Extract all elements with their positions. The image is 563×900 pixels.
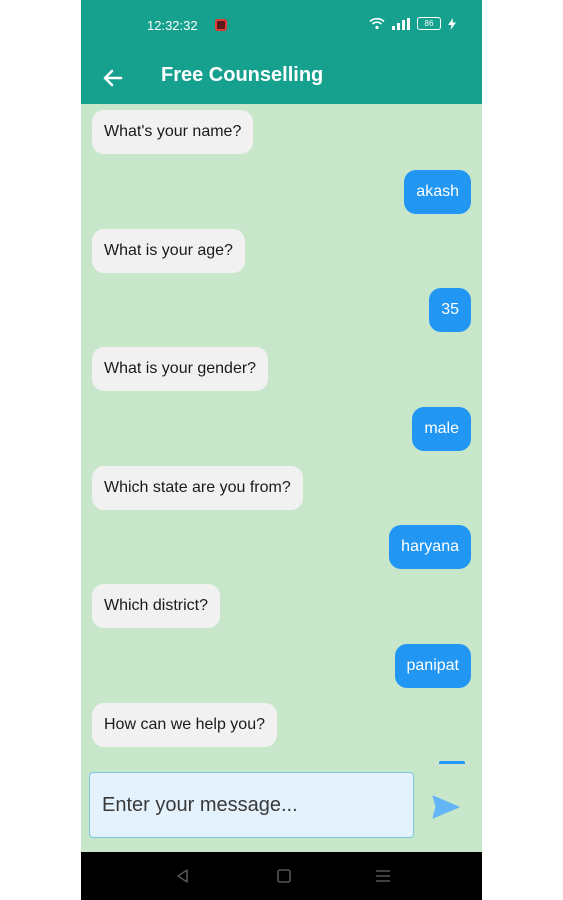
bot-message: Which district? (92, 584, 221, 628)
battery-icon: 86 (417, 17, 441, 30)
bot-message: What's your name? (92, 110, 254, 154)
user-message: 35 (429, 288, 471, 332)
message-input[interactable] (89, 772, 414, 838)
page-title: Free Counselling (161, 64, 324, 86)
signal-icon (392, 17, 410, 30)
user-message: haryana (389, 525, 471, 569)
menu-lines-icon[interactable] (373, 866, 393, 886)
message-composer (81, 764, 482, 852)
bot-message: Which state are you from? (92, 466, 303, 510)
bot-message: How can we help you? (92, 703, 277, 747)
system-nav-bar (81, 852, 482, 900)
app-bar: Free Counselling (81, 52, 482, 104)
bot-message: What is your gender? (92, 347, 269, 391)
screen-record-icon (215, 19, 227, 31)
charging-icon (448, 17, 456, 30)
status-icons: 86 (369, 17, 456, 30)
phone-screen: 12:32:32 86 Free Counselling What's your… (81, 0, 482, 900)
chat-message-list[interactable]: What's your name? akash What is your age… (81, 104, 482, 765)
send-icon[interactable] (431, 794, 461, 820)
status-time: 12:32:32 (147, 18, 198, 33)
arrow-left-icon[interactable] (99, 64, 127, 92)
wifi-icon (369, 17, 385, 30)
bot-message: What is your age? (92, 229, 245, 273)
home-square-icon[interactable] (274, 866, 294, 886)
user-message: male (412, 407, 471, 451)
user-message: akash (404, 170, 471, 214)
user-message: panipat (394, 644, 471, 688)
status-bar: 12:32:32 86 (81, 0, 482, 52)
back-triangle-icon[interactable] (173, 866, 193, 886)
